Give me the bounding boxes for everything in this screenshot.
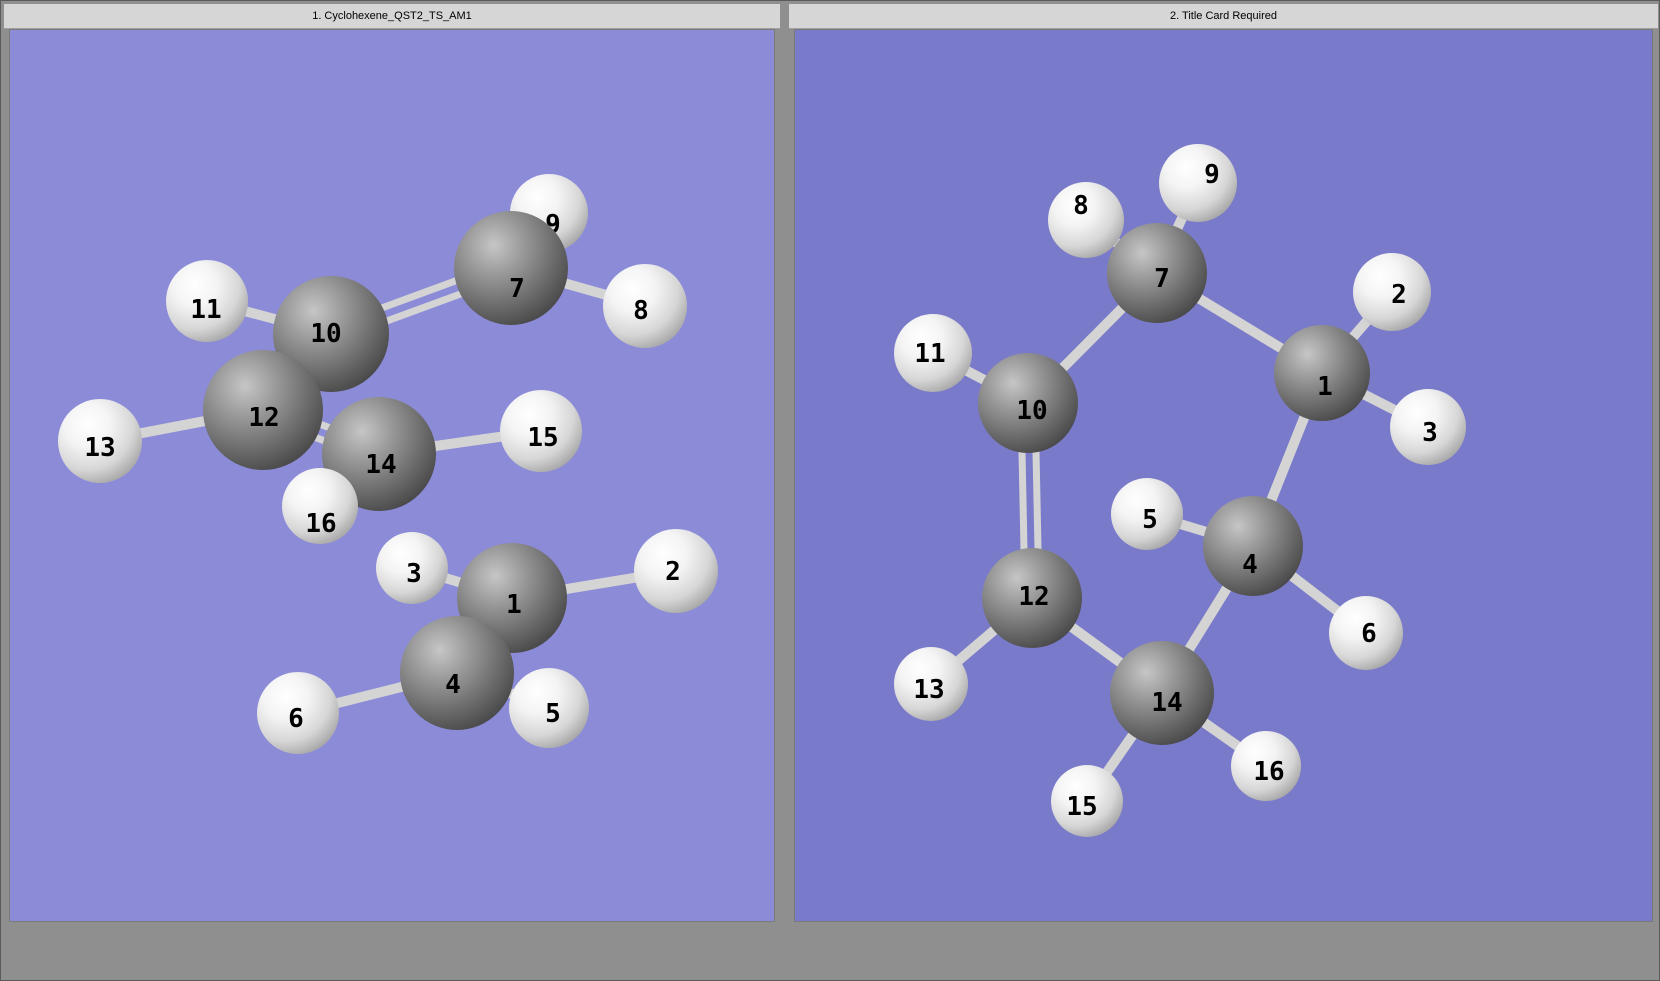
molecule-canvas[interactable]: 91113151012781416312456 [9, 29, 775, 922]
atom-label-7: 7 [509, 274, 525, 304]
atom-label-15: 15 [1066, 792, 1097, 822]
atom-label-1: 1 [1317, 372, 1333, 402]
panel-1-titlebar[interactable]: 1. Cyclohexene_QST2_TS_AM1 [4, 4, 780, 29]
panel-1: 1. Cyclohexene_QST2_TS_AM1 9111315101278… [4, 4, 780, 977]
atom-label-6: 6 [288, 704, 304, 734]
atom-label-14: 14 [1151, 688, 1182, 718]
atom-label-4: 4 [1242, 550, 1258, 580]
atom-label-15: 15 [527, 423, 558, 453]
atom-label-1: 1 [506, 590, 522, 620]
panel-1-title: 1. Cyclohexene_QST2_TS_AM1 [312, 10, 472, 22]
panel-2-titlebar[interactable]: 2. Title Card Required [789, 4, 1658, 29]
atom-C4[interactable] [1203, 496, 1303, 596]
atom-label-11: 11 [190, 295, 221, 325]
atom-label-2: 2 [1391, 280, 1407, 310]
atom-label-6: 6 [1361, 619, 1377, 649]
atom-label-3: 3 [406, 559, 422, 589]
panel-2: 2. Title Card Required 89112710311213546… [789, 4, 1658, 977]
atom-label-14: 14 [365, 450, 396, 480]
atom-label-12: 12 [1018, 582, 1049, 612]
panel-2-viewport[interactable]: 89112710311213546141615 [794, 29, 1653, 922]
atom-label-16: 16 [1253, 757, 1284, 787]
molecule-canvas[interactable]: 89112710311213546141615 [794, 29, 1653, 922]
atom-label-3: 3 [1422, 418, 1438, 448]
atom-label-16: 16 [305, 509, 336, 539]
atom-C7[interactable] [454, 211, 568, 325]
atom-label-5: 5 [545, 699, 561, 729]
panel-1-viewport[interactable]: 91113151012781416312456 [9, 29, 775, 922]
gaussview-window: 1. Cyclohexene_QST2_TS_AM1 9111315101278… [0, 0, 1660, 981]
atom-label-7: 7 [1154, 264, 1170, 294]
atom-label-10: 10 [310, 319, 341, 349]
atom-label-13: 13 [84, 433, 115, 463]
atom-H9[interactable] [1159, 144, 1237, 222]
atom-label-8: 8 [633, 296, 649, 326]
atom-label-13: 13 [913, 675, 944, 705]
atom-label-10: 10 [1016, 396, 1047, 426]
atom-label-5: 5 [1142, 505, 1158, 535]
atom-label-11: 11 [914, 339, 945, 369]
atom-label-2: 2 [665, 557, 681, 587]
panel-2-title: 2. Title Card Required [1170, 10, 1277, 22]
atom-label-8: 8 [1073, 191, 1089, 221]
atom-label-9: 9 [1204, 160, 1220, 190]
atom-label-12: 12 [248, 403, 279, 433]
atom-label-4: 4 [445, 670, 461, 700]
